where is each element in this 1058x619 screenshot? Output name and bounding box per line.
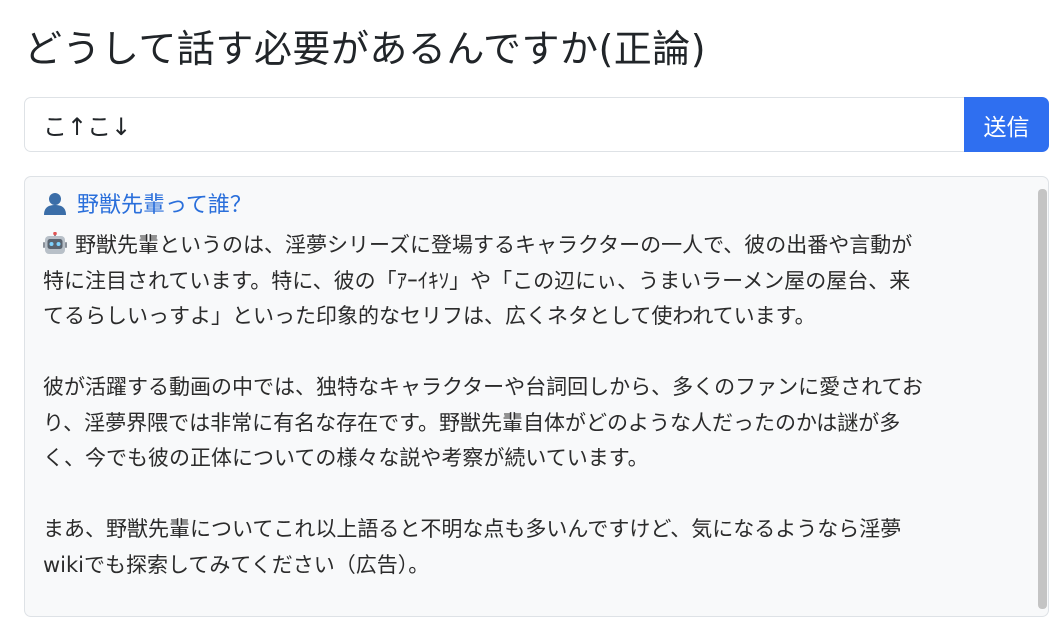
- bot-message: 野獣先輩というのは、淫夢シリーズに登場するキャラクターの一人で、彼の出番や言動が…: [43, 228, 1022, 583]
- send-button[interactable]: 送信: [964, 97, 1049, 152]
- message-input[interactable]: [24, 97, 964, 152]
- chat-log: 野獣先輩って誰？ 野獣先輩というのは、淫夢シリーズに登場するキャラクターの一人で…: [24, 176, 1049, 617]
- page-title: どうして話す必要があるんですか(正論): [24, 27, 707, 71]
- message-form: 送信: [24, 97, 1049, 152]
- user-icon: [43, 191, 67, 215]
- bot-message-text: 野獣先輩というのは、淫夢シリーズに登場するキャラクターの一人で、彼の出番や言動が…: [43, 233, 923, 577]
- user-message: 野獣先輩って誰？: [43, 183, 1022, 223]
- chat-content: 野獣先輩って誰？ 野獣先輩というのは、淫夢シリーズに登場するキャラクターの一人で…: [43, 183, 1022, 583]
- scrollbar[interactable]: [1038, 189, 1047, 609]
- robot-icon: [43, 231, 67, 256]
- user-message-text: 野獣先輩って誰？: [77, 193, 252, 218]
